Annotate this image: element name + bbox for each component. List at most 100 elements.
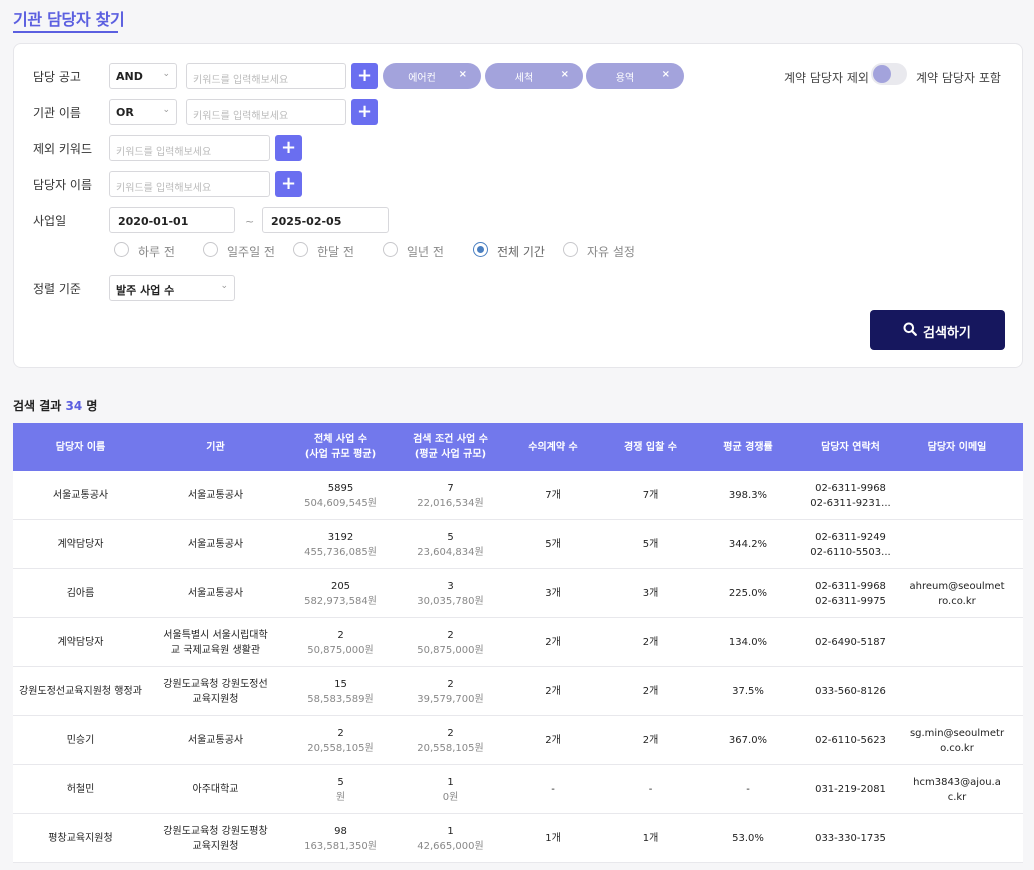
- table-row[interactable]: 김아름 서울교통공사 205 582,973,584원 3 30,035,780원 3개 3개…: [13, 569, 1023, 618]
- radio-circle: [114, 242, 129, 257]
- cell-email: [903, 814, 1011, 863]
- end-date-input[interactable]: 2025-02-05: [262, 207, 389, 233]
- table-row[interactable]: 평창교육지원청 강원도교육청 강원도평창교육지원청 98 163,581,350원 1 4…: [13, 814, 1023, 863]
- header-email[interactable]: 담당자 이메일: [903, 423, 1011, 471]
- notice-keyword-input[interactable]: 키워드를 입력해보세요: [186, 63, 346, 89]
- cell-private-contracts: 5개: [503, 520, 603, 569]
- notice-add-button[interactable]: +: [351, 63, 378, 89]
- date-label: 사업일: [33, 214, 67, 228]
- close-icon[interactable]: ×: [561, 69, 569, 80]
- search-button[interactable]: 검색하기: [870, 310, 1005, 350]
- cell-condition-projects: 1 0원: [398, 765, 503, 814]
- cell-total-projects-value: 15: [334, 678, 347, 690]
- agency-keyword-input[interactable]: 키워드를 입력해보세요: [186, 99, 346, 125]
- cell-condition-projects: 7 22,016,534원: [398, 471, 503, 520]
- cell-email: ahreum@seoulmetro.co.kr: [903, 569, 1011, 618]
- cell-private-contracts: -: [503, 765, 603, 814]
- header-manager-name[interactable]: 담당자 이름: [13, 423, 148, 471]
- cell-total-projects-value: 205: [330, 580, 351, 592]
- results-table: 담당자 이름 기관 전체 사업 수 (사업 규모 평균) 검색 조건 사업 수 (평…: [13, 423, 1023, 863]
- radio-label: 한달 전: [317, 245, 354, 259]
- start-date-input[interactable]: 2020-01-01: [109, 207, 235, 233]
- cell-condition-projects-value: 5: [447, 531, 454, 543]
- cell-condition-projects-value: 3: [447, 580, 454, 592]
- cell-competitive-bids: 2개: [603, 716, 698, 765]
- header-private-contracts[interactable]: 수의계약 수: [503, 423, 603, 471]
- header-contact[interactable]: 담당자 연락처: [798, 423, 903, 471]
- radio-circle: [563, 242, 578, 257]
- manager-add-button[interactable]: +: [275, 171, 302, 197]
- cell-competitive-bids-value: 3개: [642, 588, 659, 599]
- header-competitive-bids[interactable]: 경쟁 입찰 수: [603, 423, 698, 471]
- exclude-add-button[interactable]: +: [275, 135, 302, 161]
- cell-avg-rate-value: 367.0%: [728, 735, 768, 746]
- exclude-keyword-input[interactable]: 키워드를 입력해보세요: [109, 135, 270, 161]
- cell-private-contracts: 2개: [503, 716, 603, 765]
- chip-label: 용역: [615, 73, 635, 84]
- agency-operator-value: OR: [116, 106, 134, 119]
- cell-competitive-bids: 5개: [603, 520, 698, 569]
- cell-avg-rate: -: [698, 765, 798, 814]
- notice-operator-select[interactable]: AND ⌄: [109, 63, 177, 89]
- cell-avg-rate-value: 398.3%: [728, 490, 768, 501]
- cell-competitive-bids-value: 7개: [642, 490, 659, 501]
- cell-condition-projects-average: 39,579,700원: [417, 693, 484, 705]
- notice-label: 담당 공고: [33, 70, 81, 84]
- header-avg-rate[interactable]: 평균 경쟁률: [698, 423, 798, 471]
- table-row[interactable]: 서울교통공사 서울교통공사 5895 504,609,545원 7 22,016,534원…: [13, 471, 1023, 520]
- cell-condition-projects-average: 50,875,000원: [417, 644, 484, 656]
- cell-private-contracts-value: 7개: [545, 490, 561, 501]
- close-icon[interactable]: ×: [662, 69, 670, 80]
- chevron-down-icon: ⌄: [162, 69, 170, 79]
- cell-contact-value: 031-219-2081: [815, 784, 886, 795]
- cell-total-projects: 2 50,875,000원: [283, 618, 398, 667]
- cell-contact: 031-219-2081: [798, 765, 903, 814]
- cell-private-contracts-value: -: [551, 784, 555, 795]
- keyword-chip: 에어컨 ×: [383, 63, 481, 89]
- cell-agency: 서울교통공사: [148, 569, 283, 618]
- cell-private-contracts-value: 2개: [545, 637, 561, 648]
- cell-manager-name: 민승기: [13, 716, 148, 765]
- cell-total-projects-average: 455,736,085원: [304, 546, 377, 558]
- manager-keyword-input[interactable]: 키워드를 입력해보세요: [109, 171, 270, 197]
- header-agency[interactable]: 기관: [148, 423, 283, 471]
- cell-agency-value: 아주대학교: [192, 784, 239, 795]
- cell-condition-projects: 1 42,665,000원: [398, 814, 503, 863]
- cell-agency: 서울교통공사: [148, 471, 283, 520]
- cell-total-projects-value: 98: [334, 825, 347, 837]
- radio-label: 일년 전: [407, 245, 444, 259]
- table-row[interactable]: 강원도정선교육지원청 행정과 강원도교육청 강원도정선교육지원청 15 58,583,…: [13, 667, 1023, 716]
- cell-total-projects-average: 50,875,000원: [307, 644, 374, 656]
- cell-condition-projects-average: 23,604,834원: [417, 546, 484, 558]
- header-condition-projects[interactable]: 검색 조건 사업 수 (평균 사업 규모): [398, 423, 503, 471]
- chevron-down-icon: ⌄: [220, 281, 228, 291]
- cell-agency: 강원도교육청 강원도정선교육지원청: [148, 667, 283, 716]
- contract-manager-toggle[interactable]: [871, 63, 907, 85]
- cell-condition-projects-value: 2: [447, 727, 454, 739]
- search-button-label: 검색하기: [923, 326, 971, 341]
- cell-total-projects-average: 20,558,105원: [307, 742, 374, 754]
- table-row[interactable]: 허철민 아주대학교 5 원 1 0원 - - -031-219-2081 hcm3843@ajou…: [13, 765, 1023, 814]
- header-total-projects[interactable]: 전체 사업 수 (사업 규모 평균): [283, 423, 398, 471]
- cell-avg-rate-value: -: [746, 784, 750, 795]
- cell-condition-projects-average: 20,558,105원: [417, 742, 484, 754]
- table-row[interactable]: 민승기 서울교통공사 2 20,558,105원 2 20,558,105원 2개 2개 367…: [13, 716, 1023, 765]
- table-row[interactable]: 계약담당자 서울특별시 서울시립대학교 국제교육원 생활관 2 50,875,000원…: [13, 618, 1023, 667]
- cell-manager-name: 계약담당자: [13, 520, 148, 569]
- cell-total-projects-average: 58,583,589원: [307, 693, 374, 705]
- cell-agency-value: 강원도교육청 강원도평창교육지원청: [163, 825, 268, 852]
- search-panel: 담당 공고 AND ⌄ 키워드를 입력해보세요 + 에어컨 × 세척 × 용역 …: [13, 43, 1023, 368]
- cell-avg-rate-value: 53.0%: [732, 833, 764, 844]
- agency-operator-select[interactable]: OR ⌄: [109, 99, 177, 125]
- cell-manager-name-value: 김아름: [66, 588, 95, 599]
- cell-contact-value: 02-6110-5623: [815, 735, 886, 746]
- agency-add-button[interactable]: +: [351, 99, 378, 125]
- manager-label: 담당자 이름: [33, 178, 93, 192]
- table-row[interactable]: 계약담당자 서울교통공사 3192 455,736,085원 5 23,604,834원 5…: [13, 520, 1023, 569]
- cell-private-contracts-value: 1개: [545, 833, 561, 844]
- close-icon[interactable]: ×: [459, 69, 467, 80]
- sort-select[interactable]: 발주 사업 수 ⌄: [109, 275, 235, 301]
- radio-circle: [383, 242, 398, 257]
- table-header: 담당자 이름 기관 전체 사업 수 (사업 규모 평균) 검색 조건 사업 수 (평…: [13, 423, 1023, 471]
- cell-condition-projects-average: 22,016,534원: [417, 497, 484, 509]
